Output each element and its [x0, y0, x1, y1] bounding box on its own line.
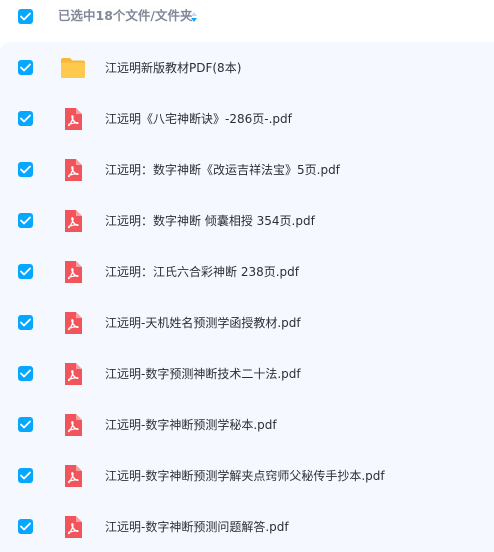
file-name[interactable]: 江远明-天机姓名预测学函授教材.pdf	[105, 314, 301, 332]
check-icon	[20, 522, 31, 531]
selection-count-text: 已选中18个文件/文件夹	[58, 8, 193, 23]
file-checkbox[interactable]	[18, 315, 33, 330]
pdf-icon	[61, 260, 85, 284]
file-checkbox[interactable]	[18, 519, 33, 534]
file-row[interactable]: 江远明-天机姓名预测学函授教材.pdf	[0, 297, 494, 348]
check-icon	[20, 318, 31, 327]
file-checkbox[interactable]	[18, 60, 33, 75]
check-icon	[20, 471, 31, 480]
check-icon	[20, 369, 31, 378]
folder-icon	[60, 57, 86, 79]
file-name[interactable]: 江远明-数字神断预测学秘本.pdf	[105, 416, 277, 434]
check-icon	[20, 114, 31, 123]
check-icon	[20, 63, 31, 72]
pdf-icon	[61, 209, 85, 233]
pdf-icon	[61, 515, 85, 539]
pdf-icon	[61, 311, 85, 335]
file-name[interactable]: 江远明新版教材PDF(8本)	[105, 59, 241, 77]
file-row[interactable]: 江远明《八宅神断诀》-286页-.pdf	[0, 93, 494, 144]
file-row[interactable]: 江远明：数字神断 倾囊相授 354页.pdf	[0, 195, 494, 246]
selection-header: 已选中18个文件/文件夹	[0, 0, 494, 36]
sort-icon[interactable]	[190, 11, 198, 23]
file-name[interactable]: 江远明：数字神断 倾囊相授 354页.pdf	[105, 212, 315, 230]
file-checkbox[interactable]	[18, 264, 33, 279]
check-icon	[20, 267, 31, 276]
file-checkbox[interactable]	[18, 111, 33, 126]
file-row[interactable]: 江远明-数字预测神断技术二十法.pdf	[0, 348, 494, 399]
check-icon	[20, 216, 31, 225]
check-icon	[20, 165, 31, 174]
file-name[interactable]: 江远明-数字预测神断技术二十法.pdf	[105, 365, 301, 383]
select-all-checkbox[interactable]	[18, 9, 33, 24]
file-checkbox[interactable]	[18, 468, 33, 483]
file-checkbox[interactable]	[18, 366, 33, 381]
file-name[interactable]: 江远明-数字神断预测学解夹点窍师父秘传手抄本.pdf	[105, 467, 385, 485]
file-name[interactable]: 江远明：江氏六合彩神断 238页.pdf	[105, 263, 299, 281]
pdf-icon	[61, 107, 85, 131]
file-row[interactable]: 江远明-数字神断预测问题解答.pdf	[0, 501, 494, 552]
file-row[interactable]: 江远明-数字神断预测学秘本.pdf	[0, 399, 494, 450]
file-row[interactable]: 江远明-数字神断预测学解夹点窍师父秘传手抄本.pdf	[0, 450, 494, 501]
check-icon	[20, 420, 31, 429]
file-checkbox[interactable]	[18, 417, 33, 432]
file-list: 江远明新版教材PDF(8本) 江远明《八宅神断诀》-286页-.pdf 江远明：数字…	[0, 42, 494, 552]
pdf-icon	[61, 362, 85, 386]
pdf-icon	[61, 158, 85, 182]
file-name[interactable]: 江远明《八宅神断诀》-286页-.pdf	[105, 110, 292, 128]
file-checkbox[interactable]	[18, 162, 33, 177]
pdf-icon	[61, 413, 85, 437]
file-name[interactable]: 江远明-数字神断预测问题解答.pdf	[105, 518, 289, 536]
file-row[interactable]: 江远明新版教材PDF(8本)	[0, 42, 494, 93]
file-row[interactable]: 江远明：江氏六合彩神断 238页.pdf	[0, 246, 494, 297]
pdf-icon	[61, 464, 85, 488]
file-name[interactable]: 江远明：数字神断《改运吉祥法宝》5页.pdf	[105, 161, 340, 179]
file-row[interactable]: 江远明：数字神断《改运吉祥法宝》5页.pdf	[0, 144, 494, 195]
file-checkbox[interactable]	[18, 213, 33, 228]
check-icon	[20, 12, 31, 21]
